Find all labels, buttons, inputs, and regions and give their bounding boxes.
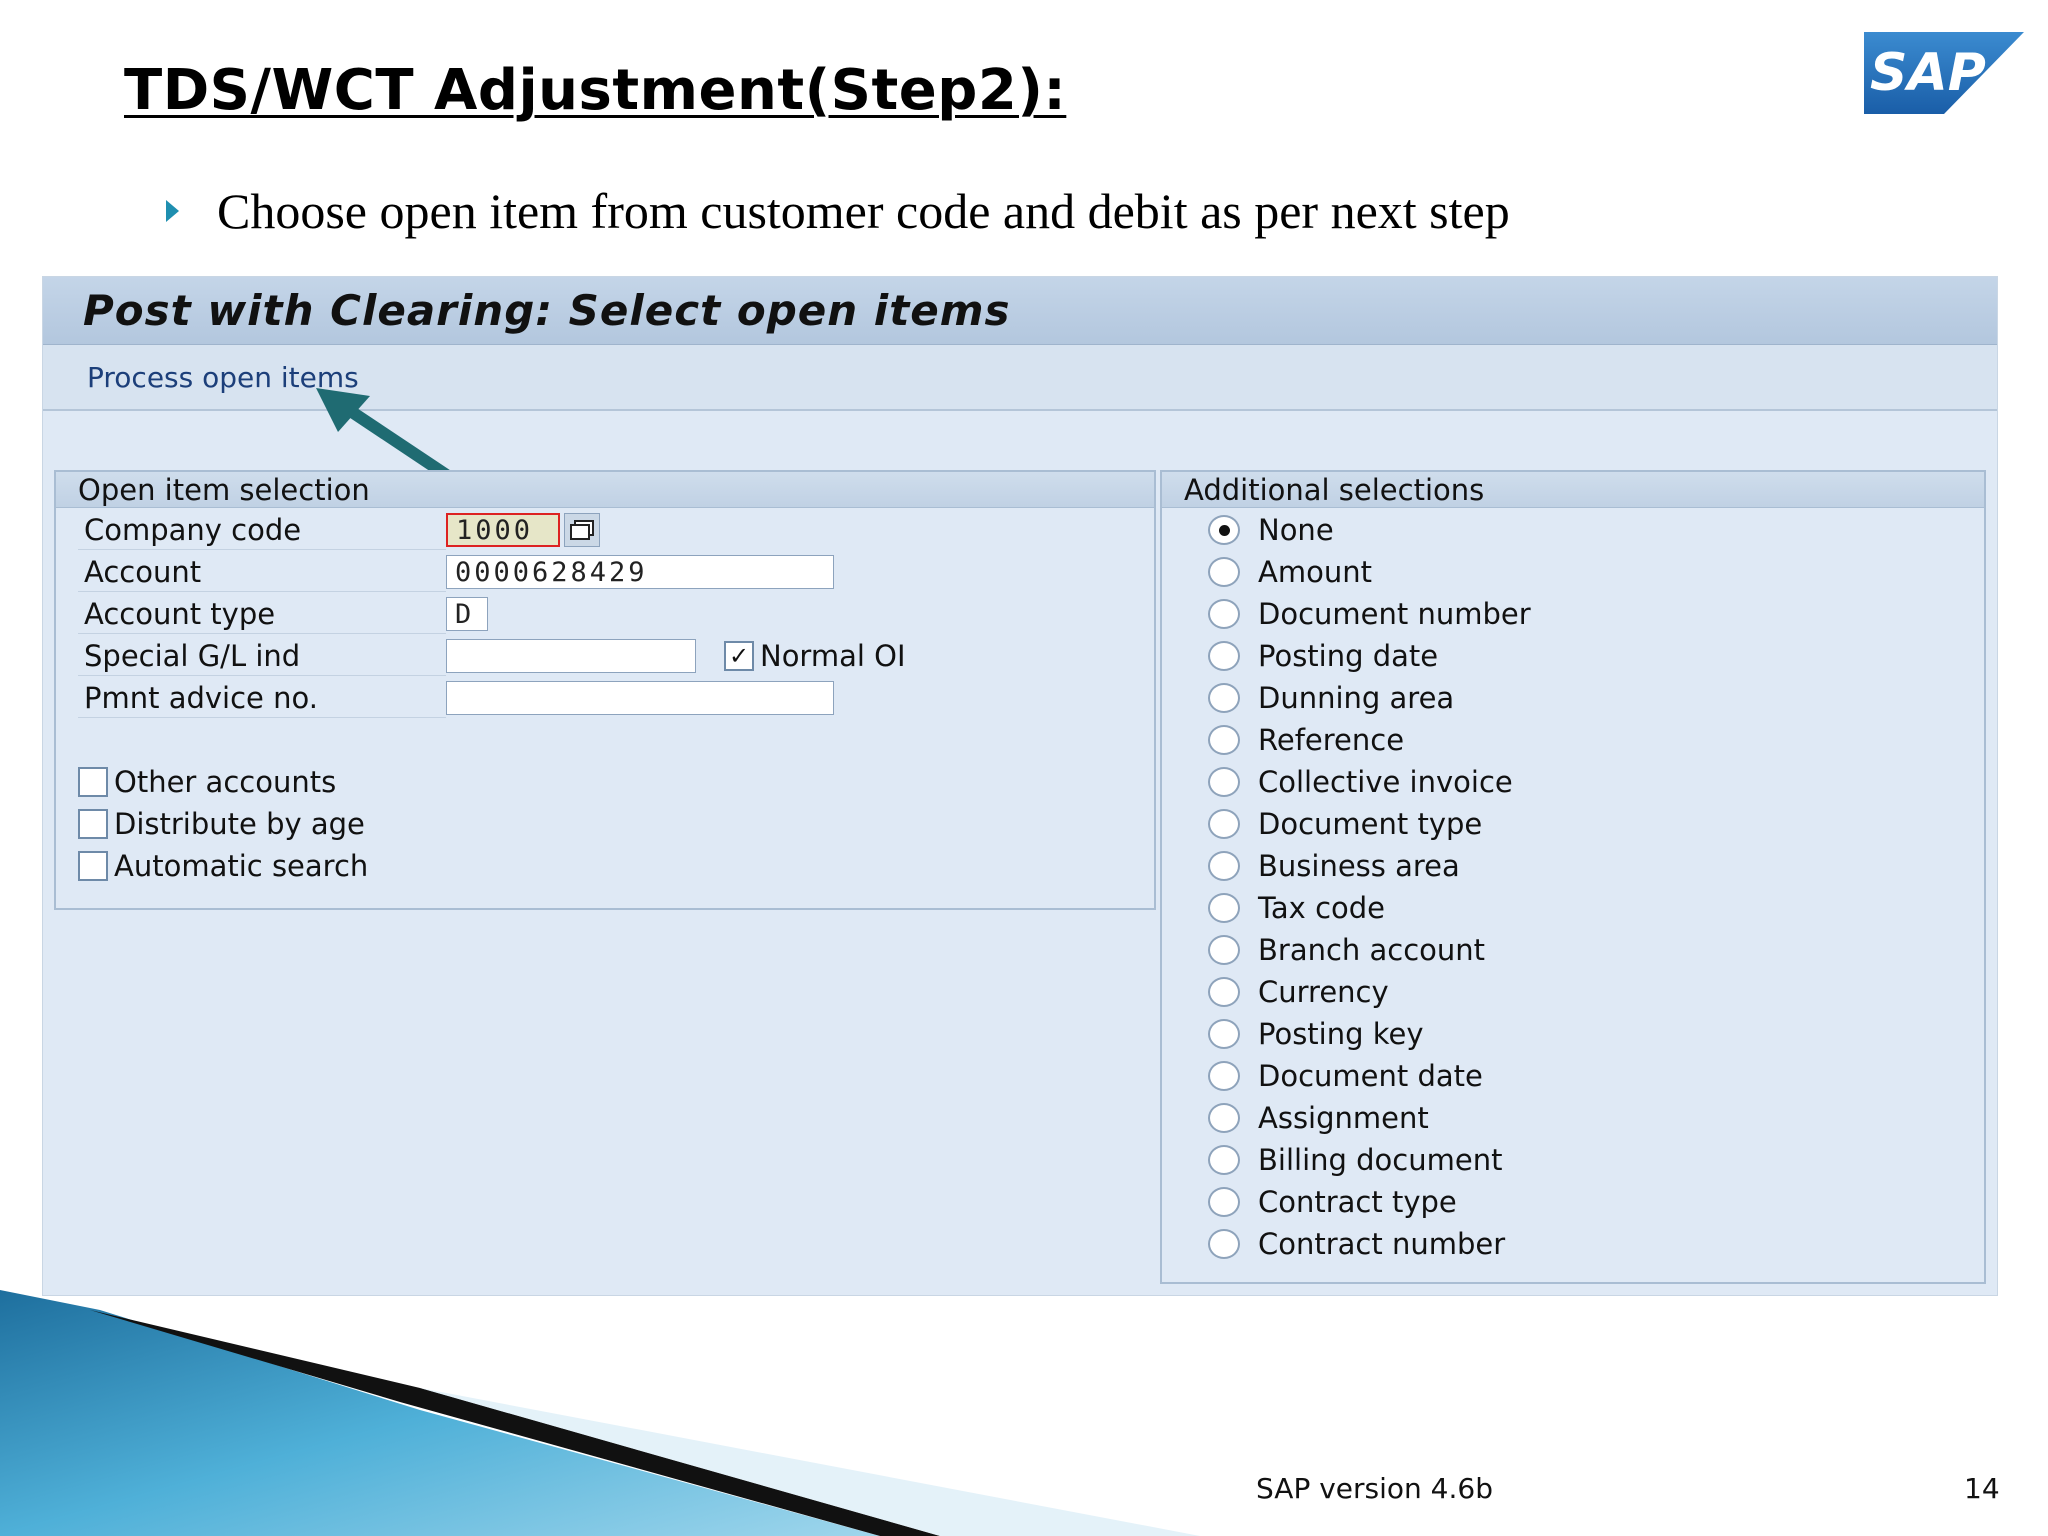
value-help-icon[interactable] [564,513,600,547]
radio-option-label: Assignment [1258,1101,1429,1135]
radio-option-label: Posting key [1258,1017,1424,1051]
radio-option-label: Business area [1258,849,1460,883]
radio-option-posting-date[interactable]: Posting date [1208,636,1438,676]
radio-option-amount[interactable]: Amount [1208,552,1372,592]
radio-option-currency[interactable]: Currency [1208,972,1389,1012]
company-code-row: Company code 1000 [78,510,600,550]
bullet-item: Choose open item from customer code and … [166,182,1510,240]
normal-oi-checkbox[interactable]: ✓ [724,641,754,671]
radio-option-collective-invoice[interactable]: Collective invoice [1208,762,1513,802]
company-code-label: Company code [78,510,446,550]
radio-option-label: Billing document [1258,1143,1503,1177]
payment-advice-label: Pmnt advice no. [78,678,446,718]
radio-option-label: Posting date [1258,639,1439,673]
radio-button[interactable] [1208,683,1240,713]
bullet-arrow-icon [166,200,179,222]
radio-option-none[interactable]: None [1208,510,1334,550]
additional-selections-panel: Additional selections None Amount Docume… [1160,470,1986,1284]
radio-option-label: Currency [1258,975,1389,1009]
page-number: 14 [1964,1472,2000,1505]
radio-button[interactable] [1208,851,1240,881]
radio-button[interactable] [1208,767,1240,797]
account-label: Account [78,552,446,592]
radio-button[interactable] [1208,1061,1240,1091]
distribute-by-age-label: Distribute by age [114,807,365,841]
special-gl-ind-input[interactable] [446,639,696,673]
radio-button[interactable] [1208,977,1240,1007]
radio-option-label: Document number [1258,597,1531,631]
open-item-selection-heading: Open item selection [56,472,1154,508]
radio-option-document-number[interactable]: Document number [1208,594,1531,634]
special-gl-ind-row: Special G/L ind ✓ Normal OI [78,636,906,676]
radio-option-label: Contract type [1258,1185,1457,1219]
radio-option-label: None [1258,513,1334,547]
radio-option-posting-key[interactable]: Posting key [1208,1014,1424,1054]
radio-option-billing-document[interactable]: Billing document [1208,1140,1502,1180]
radio-selected-dot [1218,524,1230,536]
radio-button[interactable] [1208,641,1240,671]
radio-option-label: Collective invoice [1258,765,1513,799]
other-accounts-option[interactable]: Other accounts [78,764,336,800]
open-item-selection-panel: Open item selection Company code 1000 Ac… [54,470,1156,910]
sap-logo-text: SAP [1870,43,1986,103]
radio-option-label: Reference [1258,723,1405,757]
radio-option-contract-type[interactable]: Contract type [1208,1182,1457,1222]
radio-button[interactable] [1208,557,1240,587]
account-input[interactable]: 0000628429 [446,555,834,589]
radio-button[interactable] [1208,935,1240,965]
radio-option-dunning-area[interactable]: Dunning area [1208,678,1454,718]
automatic-search-label: Automatic search [114,849,369,883]
special-gl-ind-label: Special G/L ind [78,636,446,676]
radio-button[interactable] [1208,809,1240,839]
radio-option-reference[interactable]: Reference [1208,720,1404,760]
distribute-by-age-checkbox[interactable] [78,809,108,839]
slide-title: TDS/WCT Adjustment(Step2): [124,58,1067,123]
bullet-text: Choose open item from customer code and … [217,183,1510,239]
radio-option-label: Tax code [1258,891,1386,925]
radio-option-contract-number[interactable]: Contract number [1208,1224,1505,1264]
account-type-row: Account type D [78,594,488,634]
other-accounts-label: Other accounts [114,765,337,799]
footer-swoosh-decoration [0,1290,1200,1536]
distribute-by-age-option[interactable]: Distribute by age [78,806,365,842]
radio-option-document-type[interactable]: Document type [1208,804,1482,844]
radio-button[interactable] [1208,1103,1240,1133]
radio-option-tax-code[interactable]: Tax code [1208,888,1385,928]
window-title: Post with Clearing: Select open items [83,286,1011,335]
radio-option-business-area[interactable]: Business area [1208,846,1460,886]
radio-button[interactable] [1208,1229,1240,1259]
footer-version: SAP version 4.6b [1256,1472,1493,1505]
radio-option-label: Contract number [1258,1227,1506,1261]
automatic-search-option[interactable]: Automatic search [78,848,368,884]
radio-button[interactable] [1208,1145,1240,1175]
radio-option-branch-account[interactable]: Branch account [1208,930,1485,970]
radio-button[interactable] [1208,725,1240,755]
payment-advice-input[interactable] [446,681,834,715]
sap-logo: SAP [1864,32,2024,114]
radio-option-assignment[interactable]: Assignment [1208,1098,1429,1138]
radio-option-label: Branch account [1258,933,1486,967]
radio-button[interactable] [1208,515,1240,545]
radio-button[interactable] [1208,1019,1240,1049]
radio-button[interactable] [1208,1187,1240,1217]
normal-oi-option[interactable]: ✓ Normal OI [724,639,906,673]
additional-selections-heading: Additional selections [1162,472,1984,508]
window-title-bar: Post with Clearing: Select open items [43,277,1997,345]
account-type-input[interactable]: D [446,597,488,631]
radio-option-label: Amount [1258,555,1372,589]
normal-oi-label: Normal OI [760,639,906,673]
radio-option-label: Document date [1258,1059,1483,1093]
company-code-input[interactable]: 1000 [446,513,560,547]
other-accounts-checkbox[interactable] [78,767,108,797]
radio-option-document-date[interactable]: Document date [1208,1056,1483,1096]
payment-advice-row: Pmnt advice no. [78,678,834,718]
radio-button[interactable] [1208,893,1240,923]
radio-option-label: Document type [1258,807,1483,841]
account-row: Account 0000628429 [78,552,834,592]
radio-button[interactable] [1208,599,1240,629]
account-type-label: Account type [78,594,446,634]
radio-option-label: Dunning area [1258,681,1455,715]
automatic-search-checkbox[interactable] [78,851,108,881]
